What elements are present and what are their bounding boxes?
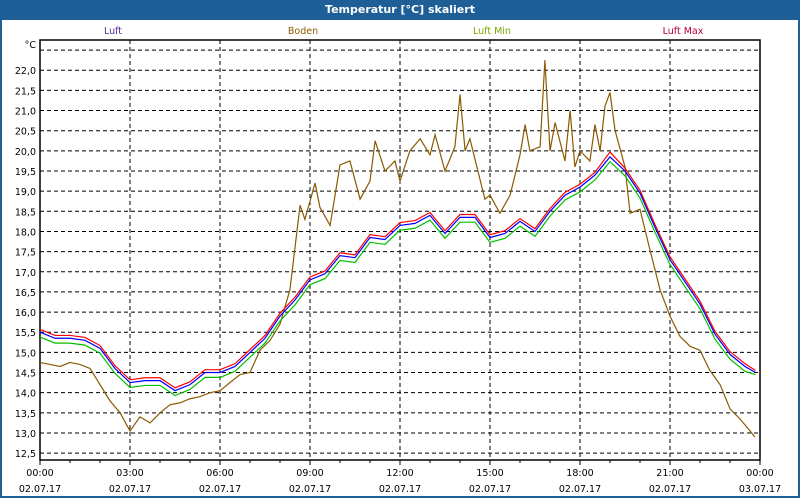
- x-tick-time: 18:00: [566, 468, 593, 479]
- legend-boden: Boden: [288, 26, 318, 37]
- x-tick-time: 09:00: [296, 468, 323, 479]
- x-tick-date: 02.07.17: [19, 484, 61, 495]
- y-tick-label: 19,0: [15, 187, 36, 198]
- x-tick-time: 21:00: [656, 468, 683, 479]
- x-tick-date: 02.07.17: [469, 484, 511, 495]
- y-axis-unit: °C: [25, 40, 37, 51]
- y-tick-label: 18,0: [15, 227, 36, 238]
- x-tick-time: 00:00: [746, 468, 773, 479]
- y-tick-label: 15,5: [15, 328, 36, 339]
- series-line-luft-min: [39, 160, 756, 397]
- y-tick-label: 15,0: [15, 348, 36, 359]
- x-tick-time: 15:00: [476, 468, 503, 479]
- x-tick-time: 03:00: [116, 468, 143, 479]
- y-tick-label: 19,5: [15, 167, 36, 178]
- chart: 12,5 13,0 13,5 14,0 14,5 15,0 15,5 16,0 16,5 17,0…: [15, 26, 781, 495]
- y-tick-label: 18,5: [15, 207, 36, 218]
- x-tick-date: 03.07.17: [739, 484, 781, 495]
- x-tick-time: 00:00: [26, 468, 53, 479]
- x-tick-date: 02.07.17: [289, 484, 331, 495]
- x-tick-date: 02.07.17: [559, 484, 601, 495]
- y-tick-label: 13,5: [15, 409, 36, 420]
- y-tick-label: 21,0: [15, 107, 36, 118]
- y-tick-label: 16,5: [15, 288, 36, 299]
- y-tick-label: 14,0: [15, 389, 36, 400]
- legend-luft-max: Luft Max: [663, 26, 704, 37]
- x-tick-date: 02.07.17: [199, 484, 241, 495]
- y-tick-label: 12,5: [15, 449, 36, 460]
- x-tick-time: 06:00: [206, 468, 233, 479]
- y-tick-label: 13,0: [15, 429, 36, 440]
- legend-luft: Luft: [104, 26, 122, 37]
- x-tick-date: 02.07.17: [649, 484, 691, 495]
- x-tick-time: 12:00: [386, 468, 413, 479]
- y-tick-label: 17,0: [15, 268, 36, 279]
- y-tick-label: 16,0: [15, 308, 36, 319]
- y-tick-label: 20,0: [15, 147, 36, 158]
- x-tick-date: 02.07.17: [109, 484, 151, 495]
- x-tick-date: 02.07.17: [379, 484, 421, 495]
- y-tick-label: 17,5: [15, 248, 36, 259]
- y-tick-label: 14,5: [15, 369, 36, 380]
- y-tick-label: 21,5: [15, 86, 36, 97]
- y-tick-label: 22,0: [15, 66, 36, 77]
- y-tick-label: 20,5: [15, 127, 36, 138]
- series-line-luft: [39, 156, 756, 392]
- legend-luft-min: Luft Min: [473, 26, 511, 37]
